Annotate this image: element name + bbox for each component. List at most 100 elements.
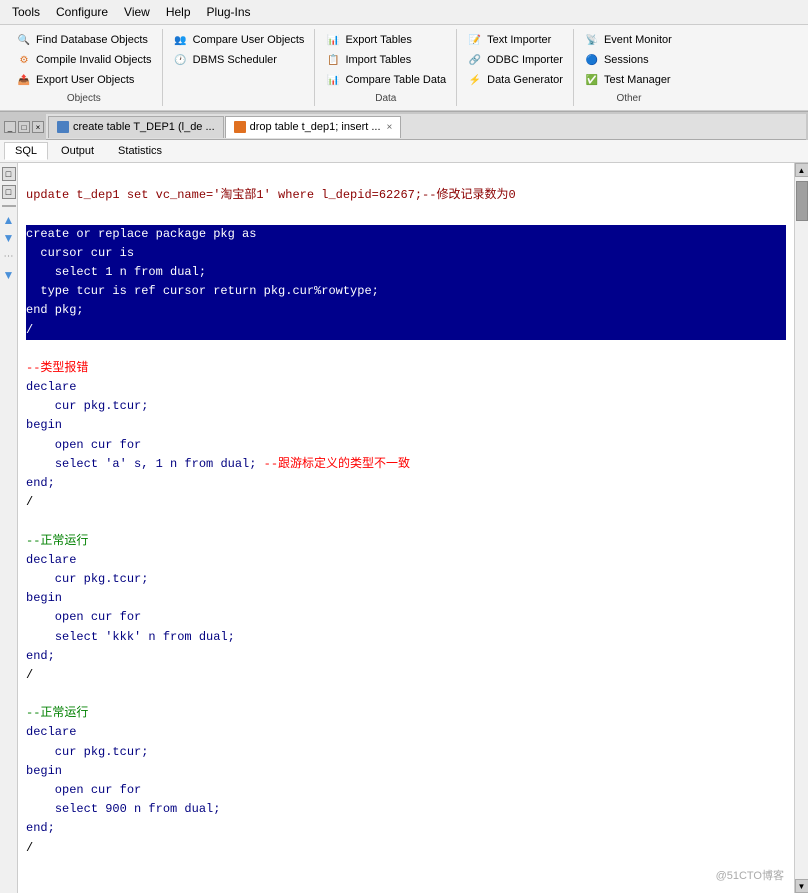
win-minimize[interactable]: _ [4,121,16,133]
compare-user-objects-icon: 👥 [173,32,189,48]
tab-drop-table-icon [234,121,246,133]
menu-tools[interactable]: Tools [4,2,48,22]
editor-area[interactable]: update t_dep1 set vc_name='淘宝部1' where l… [18,163,794,893]
toolbar: 🔍 Find Database Objects ⚙ Compile Invali… [0,25,808,111]
comment-inline: --跟游标定义的类型不一致 [264,457,410,471]
win-restore[interactable]: □ [18,121,30,133]
sidebar-btn1[interactable]: □ [2,167,16,181]
sessions-button[interactable]: 🔵 Sessions [582,51,676,69]
odbc-importer-button[interactable]: 🔗 ODBC Importer [465,51,565,69]
compare-user-objects-label: Compare User Objects [193,34,305,46]
comment-normal-run2: --正常运行 [26,706,88,720]
main-layout: □ □ ▲ ▼ ⋯ ▼ update t_dep1 set vc_name='淘… [0,163,808,893]
sessions-label: Sessions [604,54,649,66]
toolbar-group-objects: 🔍 Find Database Objects ⚙ Compile Invali… [6,29,163,106]
other-group-label: Other [582,93,676,104]
event-monitor-button[interactable]: 📡 Event Monitor [582,31,676,49]
export-user-objects-icon: 📤 [16,72,32,88]
block4-l2: cur pkg.tcur; [26,745,148,759]
find-db-objects-icon: 🔍 [16,32,32,48]
slash2: / [26,495,33,509]
tab-drop-table[interactable]: drop table t_dep1; insert ... × [225,116,402,138]
block3-l6: end; [26,649,55,663]
block2-l6: end; [26,476,55,490]
dbms-scheduler-button[interactable]: 🕐 DBMS Scheduler [171,51,307,69]
block2-l3: begin [26,418,62,432]
watermark: @51CTO博客 [716,867,784,883]
subtab-output[interactable]: Output [50,142,105,160]
block4-l4: open cur for [26,783,141,797]
subtab-statistics[interactable]: Statistics [107,142,173,160]
sub-tab-bar: SQL Output Statistics [0,140,808,163]
slash4: / [26,841,33,855]
menu-view[interactable]: View [116,2,158,22]
block4-l6: end; [26,821,55,835]
tab-create-table-icon [57,121,69,133]
menu-plugins[interactable]: Plug-Ins [199,2,259,22]
tab-drop-table-close[interactable]: × [387,122,393,133]
text-importer-icon: 📝 [467,32,483,48]
selected-block-line3: select 1 n from dual; [26,263,786,282]
win-controls: _ □ × [2,120,46,134]
block4-l3: begin [26,764,62,778]
find-db-objects-button[interactable]: 🔍 Find Database Objects [14,31,154,49]
compare-table-data-label: Compare Table Data [345,74,446,86]
menubar: Tools Configure View Help Plug-Ins [0,0,808,25]
menu-help[interactable]: Help [158,2,199,22]
export-user-objects-button[interactable]: 📤 Export User Objects [14,71,154,89]
sidebar-arrow-up[interactable]: ▲ [3,213,15,227]
import-tables-icon: 📋 [325,52,341,68]
tab-drop-table-label: drop table t_dep1; insert ... [250,121,381,133]
subtab-sql[interactable]: SQL [4,142,48,160]
import-tables-button[interactable]: 📋 Import Tables [323,51,448,69]
selected-block-line2: cursor cur is [26,244,786,263]
test-manager-button[interactable]: ✅ Test Manager [582,71,676,89]
odbc-importer-icon: 🔗 [467,52,483,68]
comment-type-error: --类型报错 [26,361,88,375]
sidebar-dot-menu[interactable]: ⋯ [4,251,14,262]
selected-block-line1: create or replace package pkg as [26,225,786,244]
toolbar-group-import: 📝 Text Importer 🔗 ODBC Importer ⚡ Data G… [457,29,574,106]
left-sidebar: □ □ ▲ ▼ ⋯ ▼ [0,163,18,893]
block2-l2: cur pkg.tcur; [26,399,148,413]
slash3: / [26,668,33,682]
scroll-thumb[interactable] [796,181,808,221]
sidebar-divider [2,205,16,207]
win-close[interactable]: × [32,121,44,133]
objects-group-label: Objects [14,93,154,104]
odbc-importer-label: ODBC Importer [487,54,563,66]
compile-invalid-button[interactable]: ⚙ Compile Invalid Objects [14,51,154,69]
line-update: update t_dep1 set vc_name='淘宝部1' where l… [26,188,516,202]
export-user-objects-label: Export User Objects [36,74,134,86]
selected-block-cursor: / [26,321,786,340]
text-importer-button[interactable]: 📝 Text Importer [465,31,565,49]
compare-table-data-button[interactable]: 📊 Compare Table Data [323,71,448,89]
find-db-objects-label: Find Database Objects [36,34,148,46]
scroll-up-arrow[interactable]: ▲ [795,163,808,177]
selected-block-line4: type tcur is ref cursor return pkg.cur%r… [26,282,786,301]
compare-user-objects-button[interactable]: 👥 Compare User Objects [171,31,307,49]
data-generator-button[interactable]: ⚡ Data Generator [465,71,565,89]
compile-invalid-label: Compile Invalid Objects [36,54,152,66]
sidebar-arrow-down2[interactable]: ▼ [3,268,15,282]
sidebar-arrow-down[interactable]: ▼ [3,231,15,245]
block3-l3: begin [26,591,62,605]
sessions-icon: 🔵 [584,52,600,68]
tab-create-table[interactable]: create table T_DEP1 (l_de ... [48,116,224,138]
block3-l5: select 'kkk' n from dual; [26,630,235,644]
block2-l5-container: select 'a' s, 1 n from dual; --跟游标定义的类型不… [26,457,410,471]
block2-l5: select 'a' s, 1 n from dual; [55,457,257,471]
block3-l2: cur pkg.tcur; [26,572,148,586]
export-tables-button[interactable]: 📊 Export Tables [323,31,448,49]
v-scrollbar[interactable]: ▲ ▼ [794,163,808,893]
menu-configure[interactable]: Configure [48,2,116,22]
data-generator-label: Data Generator [487,74,563,86]
sidebar-btn2[interactable]: □ [2,185,16,199]
compile-invalid-icon: ⚙ [16,52,32,68]
text-importer-label: Text Importer [487,34,551,46]
dbms-scheduler-icon: 🕐 [173,52,189,68]
event-monitor-icon: 📡 [584,32,600,48]
toolbar-group-data: 📊 Export Tables 📋 Import Tables 📊 Compar… [315,29,457,106]
scroll-down-arrow[interactable]: ▼ [795,879,808,893]
event-monitor-label: Event Monitor [604,34,672,46]
